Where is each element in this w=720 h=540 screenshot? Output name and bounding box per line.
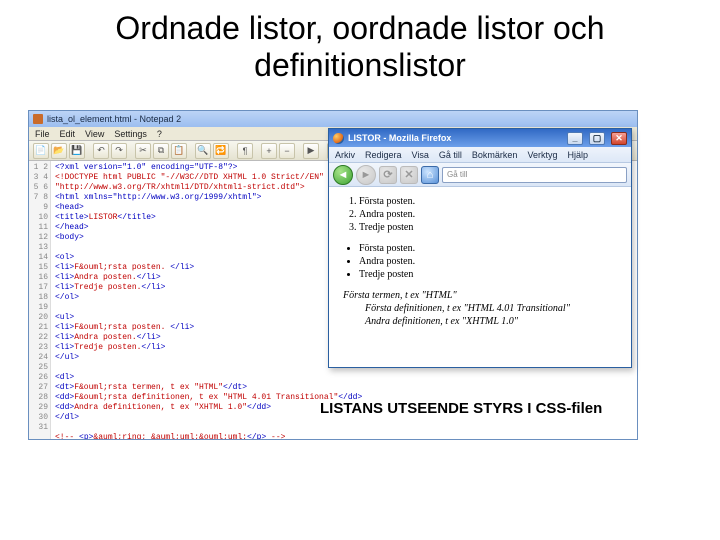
firefox-app-icon	[333, 133, 344, 144]
ff-menu-hjalp[interactable]: Hjälp	[567, 150, 588, 160]
rendered-ordered-list: Första posten. Andra posten. Tredje post…	[359, 195, 619, 234]
new-file-icon[interactable]: 📄	[33, 143, 49, 159]
menu-settings[interactable]: Settings	[114, 129, 147, 139]
open-file-icon[interactable]: 📂	[51, 143, 67, 159]
list-item: Tredje posten	[359, 268, 619, 281]
definition-term: Första termen, t ex "HTML"	[343, 289, 619, 302]
notepad-titlebar: lista_ol_element.html - Notepad 2	[29, 111, 637, 127]
firefox-menubar[interactable]: Arkiv Redigera Visa Gå till Bokmärken Ve…	[329, 147, 631, 163]
ff-menu-arkiv[interactable]: Arkiv	[335, 150, 355, 160]
close-button[interactable]: ✕	[611, 132, 627, 145]
list-item: Första posten.	[359, 195, 619, 208]
slide-caption: LISTANS UTSEENDE STYRS I CSS-filen	[320, 400, 602, 417]
address-bar[interactable]: Gå till	[442, 167, 627, 183]
menu-view[interactable]: View	[85, 129, 104, 139]
menu-file[interactable]: File	[35, 129, 50, 139]
maximize-button[interactable]: ▢	[589, 132, 605, 145]
ff-menu-visa[interactable]: Visa	[412, 150, 429, 160]
save-file-icon[interactable]: 💾	[69, 143, 85, 159]
definition-desc: Andra definitionen, t ex "XHTML 1.0"	[365, 315, 619, 328]
zoom-in-icon[interactable]: +	[261, 143, 277, 159]
line-number-gutter: 1 2 3 4 5 6 7 8 9 10 11 12 13 14 15 16 1…	[29, 161, 51, 439]
ff-menu-ga[interactable]: Gå till	[439, 150, 462, 160]
redo-icon[interactable]: ↷	[111, 143, 127, 159]
menu-edit[interactable]: Edit	[60, 129, 76, 139]
definition-desc: Första definitionen, t ex "HTML 4.01 Tra…	[365, 302, 619, 315]
firefox-window: LISTOR - Mozilla Firefox _ ▢ ✕ Arkiv Red…	[328, 128, 632, 368]
replace-icon[interactable]: 🔁	[213, 143, 229, 159]
firefox-title-text: LISTOR - Mozilla Firefox	[348, 133, 451, 143]
list-item: Andra posten.	[359, 255, 619, 268]
ff-menu-verktyg[interactable]: Verktyg	[527, 150, 557, 160]
wrap-icon[interactable]: ¶	[237, 143, 253, 159]
firefox-toolbar: ◄ ► ⟳ ✕ ⌂ Gå till	[329, 163, 631, 187]
cut-icon[interactable]: ✂	[135, 143, 151, 159]
copy-icon[interactable]: ⧉	[153, 143, 169, 159]
ff-menu-redigera[interactable]: Redigera	[365, 150, 402, 160]
notepad-title-text: lista_ol_element.html - Notepad 2	[47, 114, 181, 124]
stop-button[interactable]: ✕	[400, 166, 418, 184]
paste-icon[interactable]: 📋	[171, 143, 187, 159]
firefox-titlebar: LISTOR - Mozilla Firefox _ ▢ ✕	[329, 129, 631, 147]
notepad-app-icon	[33, 114, 43, 124]
rendered-definition-list: Första termen, t ex "HTML" Första defini…	[343, 289, 619, 328]
list-item: Första posten.	[359, 242, 619, 255]
forward-button[interactable]: ►	[356, 165, 376, 185]
find-icon[interactable]: 🔍	[195, 143, 211, 159]
minimize-button[interactable]: _	[567, 132, 583, 145]
list-item: Tredje posten	[359, 221, 619, 234]
menu-help[interactable]: ?	[157, 129, 162, 139]
address-placeholder: Gå till	[447, 170, 467, 179]
ff-menu-bokmarken[interactable]: Bokmärken	[472, 150, 518, 160]
home-button[interactable]: ⌂	[421, 166, 439, 184]
reload-button[interactable]: ⟳	[379, 166, 397, 184]
list-item: Andra posten.	[359, 208, 619, 221]
zoom-out-icon[interactable]: −	[279, 143, 295, 159]
back-button[interactable]: ◄	[333, 165, 353, 185]
firefox-page-content: Första posten. Andra posten. Tredje post…	[329, 187, 631, 336]
run-icon[interactable]: ▶	[303, 143, 319, 159]
undo-icon[interactable]: ↶	[93, 143, 109, 159]
slide-title: Ordnade listor, oordnade listor och defi…	[0, 0, 720, 92]
rendered-unordered-list: Första posten. Andra posten. Tredje post…	[359, 242, 619, 281]
